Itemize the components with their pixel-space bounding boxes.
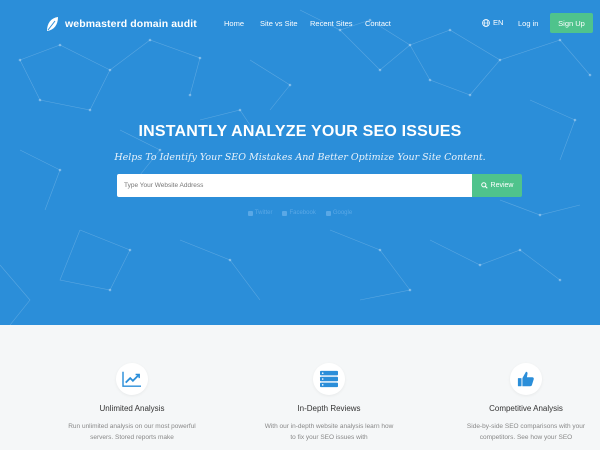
twitter-icon — [247, 210, 253, 216]
hero-subtitle: Helps To Identify Your SEO Mistakes And … — [114, 152, 486, 163]
social-links: Twitter Facebook Google — [0, 210, 600, 216]
twitter-link[interactable]: Twitter — [247, 210, 273, 216]
nav-contact-link[interactable]: Contact — [365, 19, 391, 28]
feature-title: Unlimited Analysis — [99, 404, 165, 413]
feature-icon-circle — [510, 363, 542, 395]
feature-title: In-Depth Reviews — [297, 404, 361, 413]
feature-icon-circle — [313, 363, 345, 395]
feature-description: With our in-depth website analysis learn… — [264, 423, 394, 441]
nav-links: Home Site vs Site Recent Sites Contact — [0, 19, 600, 31]
globe-icon — [482, 18, 490, 27]
google-link[interactable]: Google — [325, 210, 353, 216]
feature-unlimited-analysis: Unlimited Analysis Run unlimited analysi… — [32, 363, 232, 443]
thumbs-up-icon — [517, 371, 534, 387]
hero-section: webmasterd domain audit Home Site vs Sit… — [0, 0, 600, 325]
nav-recent-sites-link[interactable]: Recent Sites — [310, 19, 353, 28]
facebook-link[interactable]: Facebook — [282, 210, 316, 216]
facebook-icon — [282, 210, 288, 216]
feature-description: Side-by-side SEO comparisons with your c… — [466, 423, 586, 441]
server-icon — [320, 370, 338, 388]
login-link[interactable]: Log in — [518, 19, 538, 28]
language-selector[interactable]: EN — [482, 18, 503, 27]
top-navbar: webmasterd domain audit Home Site vs Sit… — [0, 0, 600, 48]
feature-in-depth-reviews: In-Depth Reviews With our in-depth websi… — [229, 363, 429, 443]
google-icon — [325, 210, 331, 216]
review-button-label: Review — [490, 182, 514, 189]
google-label: Google — [332, 210, 353, 216]
review-button[interactable]: Review — [472, 174, 522, 197]
search-icon — [480, 182, 488, 189]
hero-title: INSTANTLY ANALYZE YOUR SEO ISSUES — [138, 123, 462, 140]
twitter-label: Twitter — [254, 210, 273, 216]
signup-button[interactable]: Sign Up — [550, 13, 593, 33]
chart-icon — [122, 371, 141, 387]
feature-description: Run unlimited analysis on our most power… — [68, 423, 196, 441]
features-section: Unlimited Analysis Run unlimited analysi… — [0, 325, 600, 450]
website-address-input[interactable] — [117, 174, 472, 197]
feature-title: Competitive Analysis — [489, 404, 563, 413]
nav-home-link[interactable]: Home — [224, 19, 244, 28]
feature-icon-circle — [116, 363, 148, 395]
language-label: EN — [493, 18, 504, 27]
facebook-label: Facebook — [289, 210, 316, 216]
feature-competitive-analysis: Competitive Analysis Side-by-side SEO co… — [426, 363, 600, 443]
nav-site-vs-site-link[interactable]: Site vs Site — [260, 19, 298, 28]
